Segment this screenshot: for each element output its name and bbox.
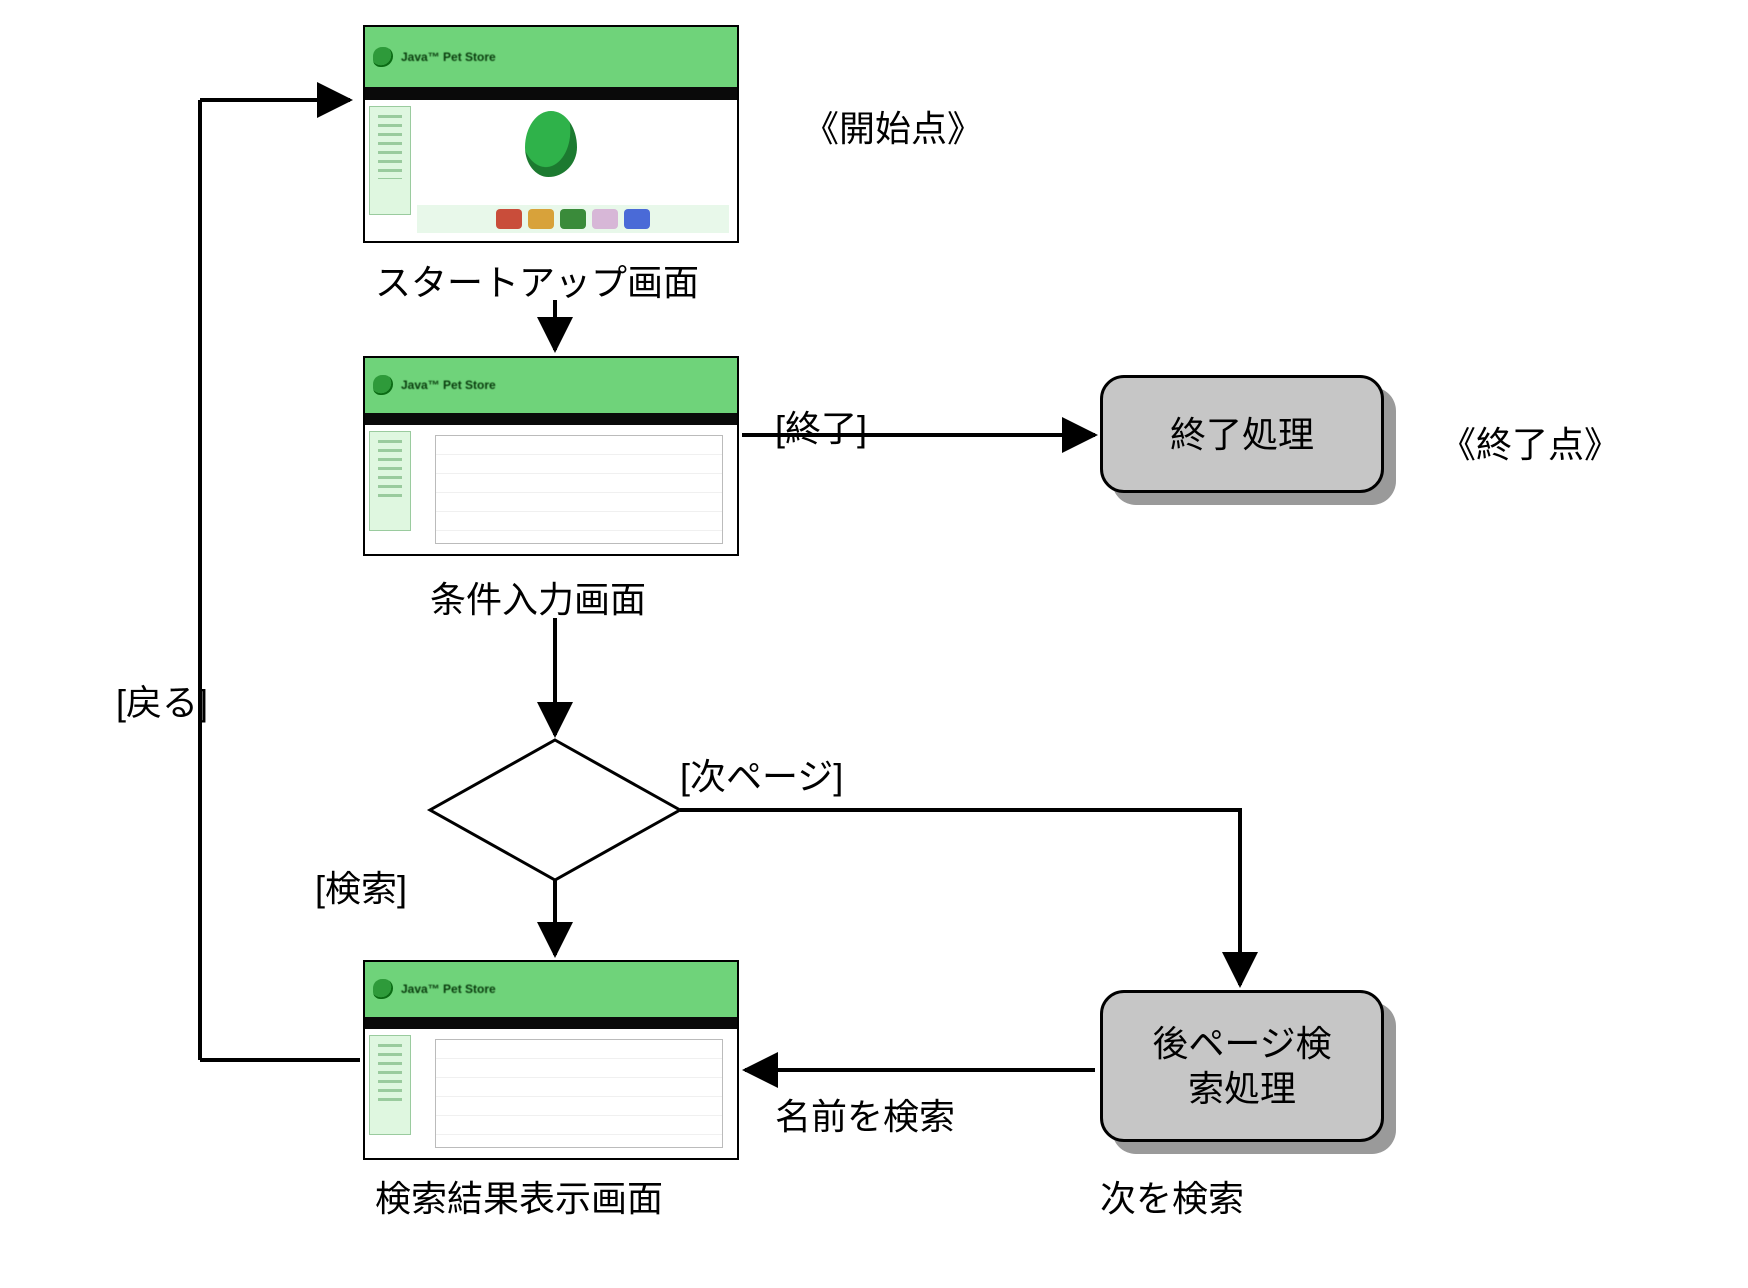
startup-header-title: Java™ Pet Store	[401, 50, 496, 64]
startup-caption: スタートアップ画面	[375, 254, 699, 306]
edge-back-label: [戻る]	[116, 674, 208, 726]
next-page-process-label: 後ページ検 索処理	[1152, 1021, 1331, 1111]
edge-searchname-label: 名前を検索	[775, 1088, 955, 1140]
edge-search-label: [検索]	[315, 860, 407, 912]
condition-screen-thumb: Java™ Pet Store	[363, 356, 739, 556]
result-header-title: Java™ Pet Store	[401, 982, 496, 996]
result-screen-thumb: Java™ Pet Store	[363, 960, 739, 1160]
result-caption: 検索結果表示画面	[375, 1170, 663, 1222]
edge-searchnext-label: 次を検索	[1100, 1170, 1244, 1222]
end-point-annotation: 《終了点》	[1440, 416, 1620, 468]
edge-exit-label: [終了]	[775, 400, 867, 452]
exit-process-node: 終了処理	[1100, 375, 1384, 493]
condition-header-title: Java™ Pet Store	[401, 378, 496, 392]
next-page-process-node: 後ページ検 索処理	[1100, 990, 1384, 1142]
edge-nextpage-label: [次ページ]	[680, 748, 843, 800]
start-point-annotation: 《開始点》	[803, 100, 983, 152]
startup-screen-thumb: Java™ Pet Store	[363, 25, 739, 243]
exit-process-label: 終了処理	[1170, 412, 1314, 457]
condition-caption: 条件入力画面	[430, 571, 646, 623]
